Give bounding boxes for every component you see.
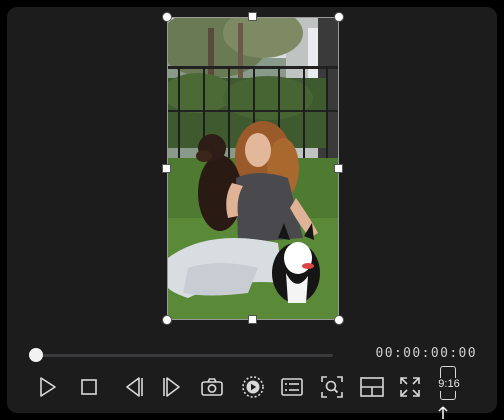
snapshot-button[interactable] [194, 369, 230, 405]
split-layout-button[interactable] [354, 369, 390, 405]
resize-handle-top-left[interactable] [162, 12, 172, 22]
resize-handle-top-right[interactable] [334, 12, 344, 22]
previous-frame-button[interactable] [115, 369, 151, 405]
video-frame-image [168, 18, 338, 319]
stop-button[interactable] [71, 369, 107, 405]
stop-icon [81, 379, 97, 395]
resize-handle-top[interactable] [248, 12, 257, 21]
subtitles-button[interactable] [274, 369, 310, 405]
playback-toolbar [7, 369, 497, 405]
subtitles-list-icon [281, 378, 303, 396]
resize-handle-left[interactable] [162, 164, 171, 173]
playback-speed-button[interactable] [235, 369, 271, 405]
fullscreen-button[interactable] [392, 369, 428, 405]
next-frame-icon [163, 377, 180, 397]
video-preview[interactable] [167, 17, 339, 320]
resize-handle-bottom[interactable] [248, 315, 257, 324]
timeline-track[interactable] [33, 354, 333, 357]
cursor-arrow-icon [438, 406, 448, 419]
play-icon [40, 377, 56, 397]
snapshot-camera-icon [201, 378, 223, 396]
play-button[interactable] [29, 369, 65, 405]
aspect-ratio-label: 9:16 [433, 378, 465, 391]
split-layout-icon [360, 377, 384, 397]
resize-handle-bottom-left[interactable] [162, 315, 172, 325]
resize-handle-bottom-right[interactable] [334, 315, 344, 325]
resize-handle-right[interactable] [334, 164, 343, 173]
fullscreen-expand-icon [400, 377, 420, 397]
playback-speed-icon [242, 376, 264, 398]
zoom-search-icon [321, 376, 343, 398]
previous-frame-icon [126, 377, 143, 397]
timecode-display: 00:00:00:00 [375, 346, 477, 361]
next-frame-button[interactable] [155, 369, 191, 405]
zoom-button[interactable] [314, 369, 350, 405]
video-player-panel: 00:00:00:00 9:16 [7, 7, 497, 413]
playhead-scrubber[interactable] [29, 348, 43, 362]
